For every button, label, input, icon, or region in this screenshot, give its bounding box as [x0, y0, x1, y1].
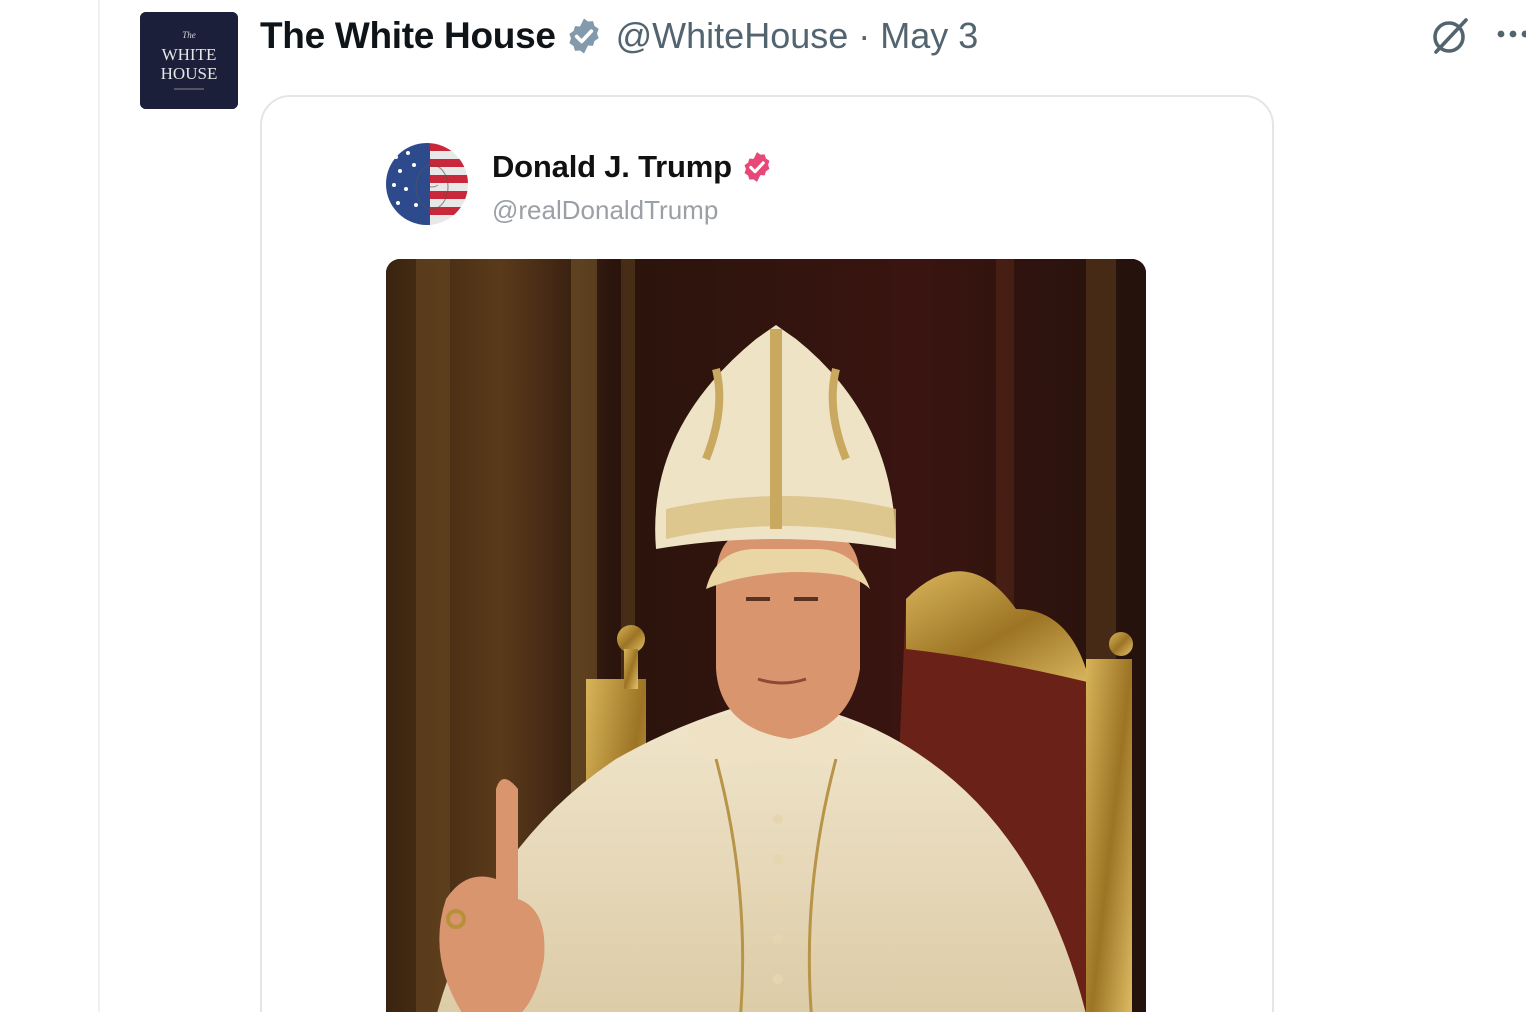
papal-portrait-image — [386, 259, 1146, 1012]
quoted-author-display-name[interactable]: Donald J. Trump — [492, 149, 732, 185]
quoted-author-row: Donald J. Trump — [492, 149, 774, 185]
grok-icon[interactable] — [1428, 14, 1472, 58]
quoted-post-card[interactable]: Donald J. Trump @realDonaldTrump — [260, 95, 1274, 1012]
logo-text-the: The — [182, 30, 196, 40]
quoted-post-image[interactable] — [386, 259, 1146, 1012]
post-timestamp[interactable]: May 3 — [880, 15, 978, 57]
header-separator: · — [858, 15, 871, 56]
tweet-page: The WHITE HOUSE The White House @WhiteHo… — [0, 0, 1526, 1012]
flag-face-avatar — [386, 143, 468, 225]
verified-badge-icon[interactable] — [564, 16, 604, 56]
more-icon[interactable] — [1494, 24, 1526, 44]
author-handle[interactable]: @WhiteHouse — [616, 15, 849, 57]
logo-text-house: HOUSE — [161, 64, 218, 83]
quoted-author-avatar[interactable] — [386, 143, 468, 225]
quoted-author-handle[interactable]: @realDonaldTrump — [492, 195, 718, 226]
timeline-divider — [98, 0, 100, 1012]
post-header: The White House @WhiteHouse · May 3 — [260, 12, 978, 60]
logo-text-white: WHITE — [162, 45, 217, 64]
white-house-logo: The WHITE HOUSE — [140, 12, 238, 109]
verified-badge-icon[interactable] — [740, 150, 774, 184]
author-avatar[interactable]: The WHITE HOUSE — [140, 12, 238, 109]
author-display-name[interactable]: The White House — [260, 15, 556, 57]
